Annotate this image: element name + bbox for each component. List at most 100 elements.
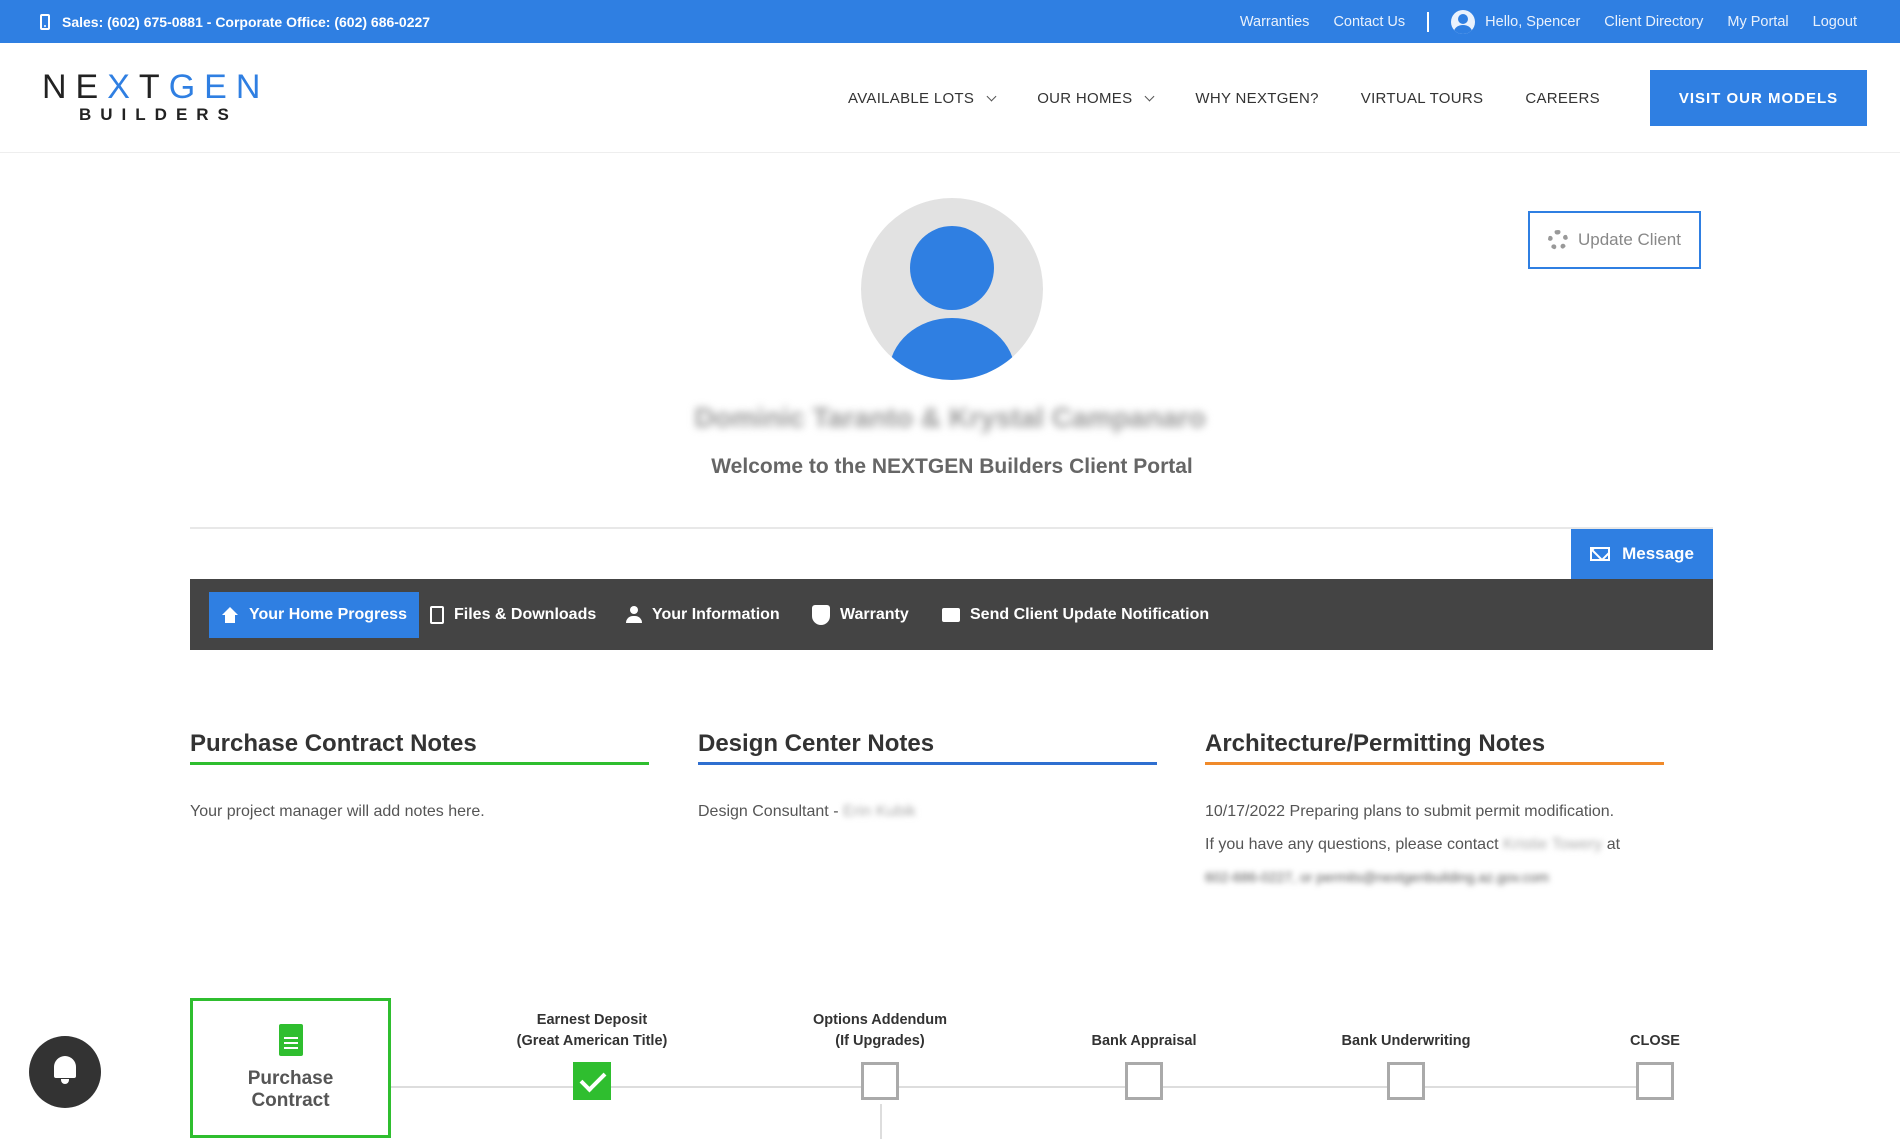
welcome-text: Welcome to the NEXTGEN Builders Client P… — [711, 455, 1193, 478]
tab-label: Your Home Progress — [249, 606, 407, 623]
stage-label-line1: Options Addendum — [813, 1012, 947, 1028]
client-name: Dominic Taranto & Krystal Campanaro — [694, 402, 1206, 433]
stage-label-line2: Bank Appraisal — [1091, 1033, 1197, 1049]
stage-earnest-deposit: Earnest Deposit (Great American Title) — [492, 1010, 692, 1100]
stage-label-line2: Bank Underwriting — [1341, 1033, 1471, 1049]
notes-text: 10/17/2022 Preparing plans to submit per… — [1205, 803, 1615, 820]
portal-tabs: Your Home Progress Files & Downloads You… — [190, 579, 1713, 650]
notes-prefix: If you have any questions, please contac… — [1205, 836, 1503, 853]
site-header: NEXTGEN BUILDERS AVAILABLE LOTS OUR HOME… — [0, 43, 1900, 153]
notes-title: Architecture/Permitting Notes — [1205, 730, 1546, 757]
phone-info: Sales: (602) 675-0881 - Corporate Office… — [40, 0, 430, 43]
tab-label: Your Information — [652, 606, 780, 623]
stage-bank-appraisal: Bank Appraisal — [1044, 1010, 1244, 1100]
notes-title: Design Center Notes — [698, 730, 935, 757]
tab-home-progress[interactable]: Your Home Progress — [209, 592, 419, 638]
redacted-text: 602-686-0227, or permits@nextgenbuilding… — [1205, 869, 1549, 885]
phone-icon — [40, 13, 50, 30]
stage-label: Options Addendum (If Upgrades) — [780, 1010, 980, 1052]
avatar — [861, 198, 1043, 380]
phone-text: Sales: (602) 675-0881 - Corporate Office… — [62, 13, 431, 30]
check-icon[interactable] — [573, 1062, 611, 1100]
stage-label-line2: (Great American Title) — [516, 1033, 668, 1049]
visit-models-button[interactable]: VISIT OUR MODELS — [1650, 70, 1867, 126]
stage-label: CLOSE — [1555, 1010, 1755, 1052]
mail-icon — [942, 608, 960, 622]
logout-link[interactable]: Logout — [1813, 14, 1857, 30]
notes-underline — [698, 762, 1157, 765]
warranties-link[interactable]: Warranties — [1240, 14, 1310, 30]
logo[interactable]: NEXTGEN BUILDERS — [42, 69, 282, 129]
stage-checkbox[interactable] — [1387, 1062, 1425, 1100]
bell-icon — [54, 1056, 76, 1084]
divider — [190, 527, 1713, 529]
purchase-contract-notes: Purchase Contract Notes Your project man… — [190, 730, 649, 828]
tab-your-information[interactable]: Your Information — [614, 592, 792, 638]
shield-icon — [812, 605, 830, 625]
tab-label: Files & Downloads — [454, 606, 597, 623]
notes-suffix: at — [1602, 836, 1621, 853]
tab-files-downloads[interactable]: Files & Downloads — [418, 592, 608, 638]
greeting-link[interactable]: Hello, Spencer — [1485, 14, 1580, 30]
separator — [1427, 11, 1430, 32]
notes-text: If you have any questions, please contac… — [1205, 828, 1664, 861]
stage-label: Bank Appraisal — [1044, 1010, 1244, 1052]
stage-options-addendum: Options Addendum (If Upgrades) — [780, 1010, 980, 1100]
nav-label: OUR HOMES — [1037, 89, 1133, 107]
tab-label: Send Client Update Notification — [970, 606, 1210, 623]
redacted-text: Kristie Towery — [1502, 836, 1603, 853]
logo-text-t: T — [138, 68, 169, 106]
document-icon — [278, 1024, 303, 1056]
logo-subtext: BUILDERS — [79, 105, 238, 124]
chevron-down-icon — [986, 91, 997, 101]
stage-label: Purchase Contract — [247, 1068, 334, 1111]
top-links: Warranties Contact Us Hello, Spencer Cli… — [1240, 0, 1900, 43]
tab-warranty[interactable]: Warranty — [800, 592, 921, 638]
stage-checkbox[interactable] — [1125, 1062, 1163, 1100]
update-client-label: Update Client — [1577, 230, 1681, 249]
nav-virtual-tours[interactable]: VIRTUAL TOURS — [1361, 90, 1484, 107]
stage-label-line2: CLOSE — [1630, 1033, 1680, 1049]
progress-connector — [880, 1104, 882, 1139]
top-bar: Sales: (602) 675-0881 - Corporate Office… — [0, 0, 1900, 43]
contact-us-link[interactable]: Contact Us — [1333, 14, 1405, 30]
notes-prefix: Design Consultant - — [698, 803, 843, 820]
chevron-down-icon — [1144, 91, 1155, 101]
gear-icon — [1547, 230, 1568, 250]
logo-text-ne: NE — [42, 68, 108, 106]
nav-label: AVAILABLE LOTS — [848, 89, 975, 107]
my-portal-link[interactable]: My Portal — [1727, 14, 1788, 30]
stage-label: Bank Underwriting — [1306, 1010, 1506, 1052]
nav-our-homes[interactable]: OUR HOMES — [1037, 89, 1155, 107]
tab-label: Warranty — [840, 606, 909, 623]
stage-label-line1: Earnest Deposit — [536, 1012, 648, 1028]
nav-available-lots[interactable]: AVAILABLE LOTS — [848, 89, 997, 107]
nav-why-nextgen[interactable]: WHY NEXTGEN? — [1195, 90, 1318, 107]
message-label: Message — [1622, 544, 1694, 563]
design-center-notes: Design Center Notes Design Consultant - … — [698, 730, 1157, 828]
person-icon — [626, 606, 642, 624]
update-client-button[interactable]: Update Client — [1528, 211, 1701, 269]
logo-text-gen: GEN — [168, 68, 270, 106]
file-icon — [430, 606, 444, 624]
stage-label-line2: (If Upgrades) — [835, 1033, 925, 1049]
home-icon — [221, 607, 239, 623]
notes-underline — [1205, 762, 1664, 765]
notes-underline — [190, 762, 649, 765]
nav-careers[interactable]: CAREERS — [1525, 90, 1600, 107]
notes-text: Design Consultant - Erin Kubik — [698, 795, 1157, 828]
notification-button[interactable] — [29, 1036, 101, 1108]
stage-label: Earnest Deposit (Great American Title) — [492, 1010, 692, 1052]
message-button[interactable]: Message — [1571, 529, 1713, 579]
architecture-permitting-notes: Architecture/Permitting Notes 10/17/2022… — [1205, 730, 1664, 894]
redacted-text: Erin Kubik — [842, 803, 916, 820]
notes-title: Purchase Contract Notes — [190, 730, 477, 757]
envelope-icon — [1590, 547, 1611, 561]
tab-send-update[interactable]: Send Client Update Notification — [930, 592, 1221, 638]
stage-checkbox[interactable] — [1636, 1062, 1674, 1100]
stage-purchase-contract[interactable]: Purchase Contract — [190, 998, 391, 1138]
main-nav: AVAILABLE LOTS OUR HOMES WHY NEXTGEN? VI… — [848, 43, 1642, 153]
client-directory-link[interactable]: Client Directory — [1604, 14, 1703, 30]
stage-checkbox[interactable] — [861, 1062, 899, 1100]
notes-text: Your project manager will add notes here… — [190, 803, 485, 820]
